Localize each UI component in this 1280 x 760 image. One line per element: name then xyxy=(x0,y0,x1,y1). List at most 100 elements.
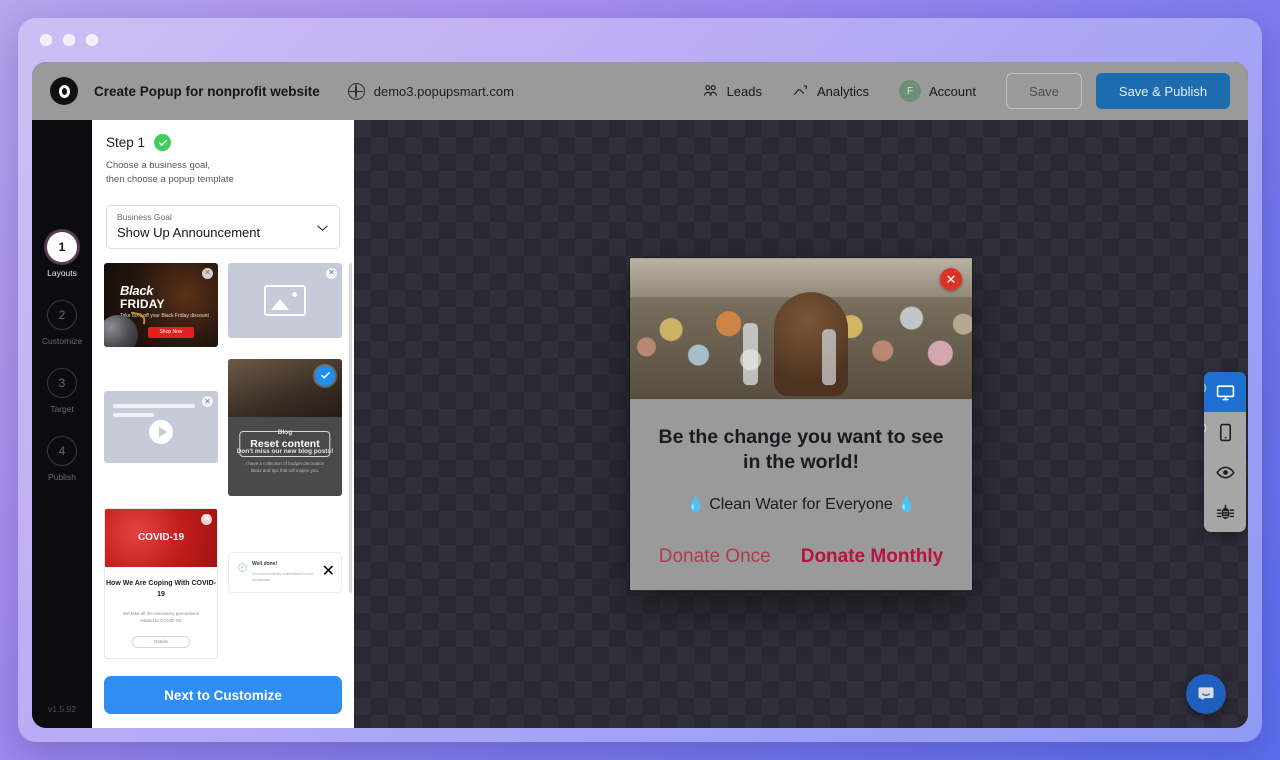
mobile-icon xyxy=(1219,423,1231,441)
water-drop-icon: 💧 xyxy=(897,495,916,513)
popup-subline[interactable]: 💧 Clean Water for Everyone 💧 xyxy=(650,495,952,514)
close-icon[interactable]: ✕ xyxy=(322,561,335,581)
mobile-view-button[interactable] xyxy=(1204,412,1246,452)
template-list[interactable]: ✕ Black FRIDAY Take 60% off your Black F… xyxy=(92,249,354,666)
step-rail: 1 Layouts 2 Customize 3 Target 4 Publish… xyxy=(32,120,92,728)
rail-step-target[interactable]: 3 Target xyxy=(47,368,77,414)
rail-step-publish-label: Publish xyxy=(48,472,76,482)
covid-banner: ✕ COVID-19 xyxy=(105,508,217,567)
template-image-placeholder[interactable]: ✕ xyxy=(228,262,342,338)
image-placeholder-icon xyxy=(264,284,306,316)
nav-leads-label: Leads xyxy=(726,83,762,99)
water-drop-icon: 💧 xyxy=(686,495,705,513)
close-icon[interactable]: ✕ xyxy=(202,396,213,408)
rail-step-layouts-number: 1 xyxy=(47,232,77,262)
chat-bubble-button[interactable] xyxy=(1186,674,1226,714)
window-close-dot[interactable] xyxy=(40,34,52,46)
panel-scrollbar[interactable] xyxy=(349,262,352,593)
desktop-icon xyxy=(1216,384,1234,400)
covid-button: Details xyxy=(132,635,190,648)
popup-preview[interactable]: Be the change you want to see in the wor… xyxy=(630,258,972,590)
window-maximize-dot[interactable] xyxy=(86,34,98,46)
app-version: v1.5.92 xyxy=(48,704,76,714)
chevron-down-icon xyxy=(317,225,328,231)
app-window: Create Popup for nonprofit website demo3… xyxy=(18,18,1262,742)
business-goal-label: Business Goal xyxy=(117,211,172,222)
business-goal-value: Show Up Announcement xyxy=(117,224,261,240)
selected-check-icon xyxy=(315,365,335,386)
page-title: Create Popup for nonprofit website xyxy=(94,83,320,99)
close-icon[interactable]: ✕ xyxy=(326,267,337,279)
panel-footer: Next to Customize xyxy=(92,666,354,728)
rail-step-target-label: Target xyxy=(50,404,74,414)
globe-icon xyxy=(347,82,365,100)
reset-content-button[interactable]: Reset content xyxy=(239,430,331,457)
save-button[interactable]: Save xyxy=(1006,73,1082,109)
save-and-publish-button[interactable]: Save & Publish xyxy=(1096,73,1230,109)
placeholder-bar xyxy=(113,404,196,409)
nav-leads[interactable]: Leads xyxy=(702,83,762,99)
site-domain[interactable]: demo3.popupsmart.com xyxy=(347,82,514,100)
window-titlebar xyxy=(18,18,1262,62)
covid-title: How We Are Coping With COVID-19 xyxy=(106,579,216,598)
nav-analytics[interactable]: Analytics xyxy=(792,83,869,99)
next-to-customize-button[interactable]: Next to Customize xyxy=(104,676,342,714)
domain-text: demo3.popupsmart.com xyxy=(373,83,514,99)
bug-icon xyxy=(1216,504,1234,519)
play-icon xyxy=(149,419,173,444)
layouts-panel: Step 1 Choose a business goal, then choo… xyxy=(92,120,354,728)
step-description: Choose a business goal, then choose a po… xyxy=(106,160,234,185)
check-circle-icon xyxy=(154,134,172,151)
device-toolbar xyxy=(1204,372,1246,532)
close-icon[interactable]: ✕ xyxy=(202,267,213,279)
rail-step-publish[interactable]: 4 Publish xyxy=(47,436,77,482)
chat-bubble-icon xyxy=(1198,687,1214,700)
business-goal-select[interactable]: Business Goal Show Up Announcement xyxy=(106,204,340,249)
popup-subline-text: Clean Water for Everyone xyxy=(709,495,893,513)
eye-icon xyxy=(1215,466,1235,478)
analytics-icon xyxy=(793,85,808,95)
covid-body: We take all the necessary precautions re… xyxy=(123,610,199,623)
rail-step-publish-number: 4 xyxy=(47,436,77,466)
avatar: F xyxy=(899,80,922,102)
rail-step-customize[interactable]: 2 Customize xyxy=(42,300,82,346)
popup-headline[interactable]: Be the change you want to see in the wor… xyxy=(650,425,952,476)
note-body: You successfully subscribed to our newsl… xyxy=(252,570,314,583)
popup-hero-image xyxy=(630,258,972,400)
template-video[interactable]: ✕ xyxy=(104,391,218,464)
template-covid-19[interactable]: ✕ COVID-19 How We Are Coping With COVID-… xyxy=(104,507,218,659)
close-icon[interactable]: ✕ xyxy=(201,513,212,525)
covid-badge: COVID-19 xyxy=(137,532,185,544)
rail-step-customize-label: Customize xyxy=(41,336,83,346)
preview-canvas[interactable]: Be the change you want to see in the wor… xyxy=(354,120,1248,728)
app-container: Create Popup for nonprofit website demo3… xyxy=(32,62,1248,728)
template-black-friday[interactable]: ✕ Black FRIDAY Take 60% off your Black F… xyxy=(104,262,218,347)
bf-title-bottom: FRIDAY xyxy=(120,296,165,311)
step-title: Step 1 xyxy=(106,135,146,150)
donate-monthly-button[interactable]: Donate Monthly xyxy=(801,546,944,568)
popup-body: Be the change you want to see in the wor… xyxy=(630,399,972,520)
popup-cta-row: Donate Once Donate Monthly xyxy=(630,520,972,590)
leads-icon xyxy=(703,85,717,96)
rail-step-layouts-label: Layouts xyxy=(47,268,77,278)
success-check-icon: ✓ xyxy=(238,562,247,572)
rail-step-target-number: 3 xyxy=(47,368,77,398)
template-blog-announcement[interactable]: Blog Don't miss our new blog posts! I ha… xyxy=(228,358,342,496)
blog-body: I have a collection of budget decoration… xyxy=(245,460,325,473)
popup-close-icon[interactable] xyxy=(940,268,962,291)
preview-button[interactable] xyxy=(1204,452,1246,492)
nav-account[interactable]: F Account xyxy=(899,80,976,102)
nav-analytics-label: Analytics xyxy=(816,83,870,99)
template-well-done-notification[interactable]: ✕ ✓ Well done! You successfully subscrib… xyxy=(228,551,342,593)
panel-header: Step 1 Choose a business goal, then choo… xyxy=(92,120,354,193)
placeholder-bar xyxy=(113,413,155,418)
desktop-view-button[interactable] xyxy=(1204,372,1246,412)
donate-once-button[interactable]: Donate Once xyxy=(659,546,771,568)
note-title: Well done! xyxy=(252,560,278,567)
popupsmart-logo-icon[interactable] xyxy=(50,77,78,105)
rail-step-layouts[interactable]: 1 Layouts xyxy=(47,232,77,278)
window-minimize-dot[interactable] xyxy=(63,34,75,46)
top-header: Create Popup for nonprofit website demo3… xyxy=(32,62,1248,120)
rail-step-customize-number: 2 xyxy=(47,300,77,330)
debug-button[interactable] xyxy=(1204,492,1246,532)
